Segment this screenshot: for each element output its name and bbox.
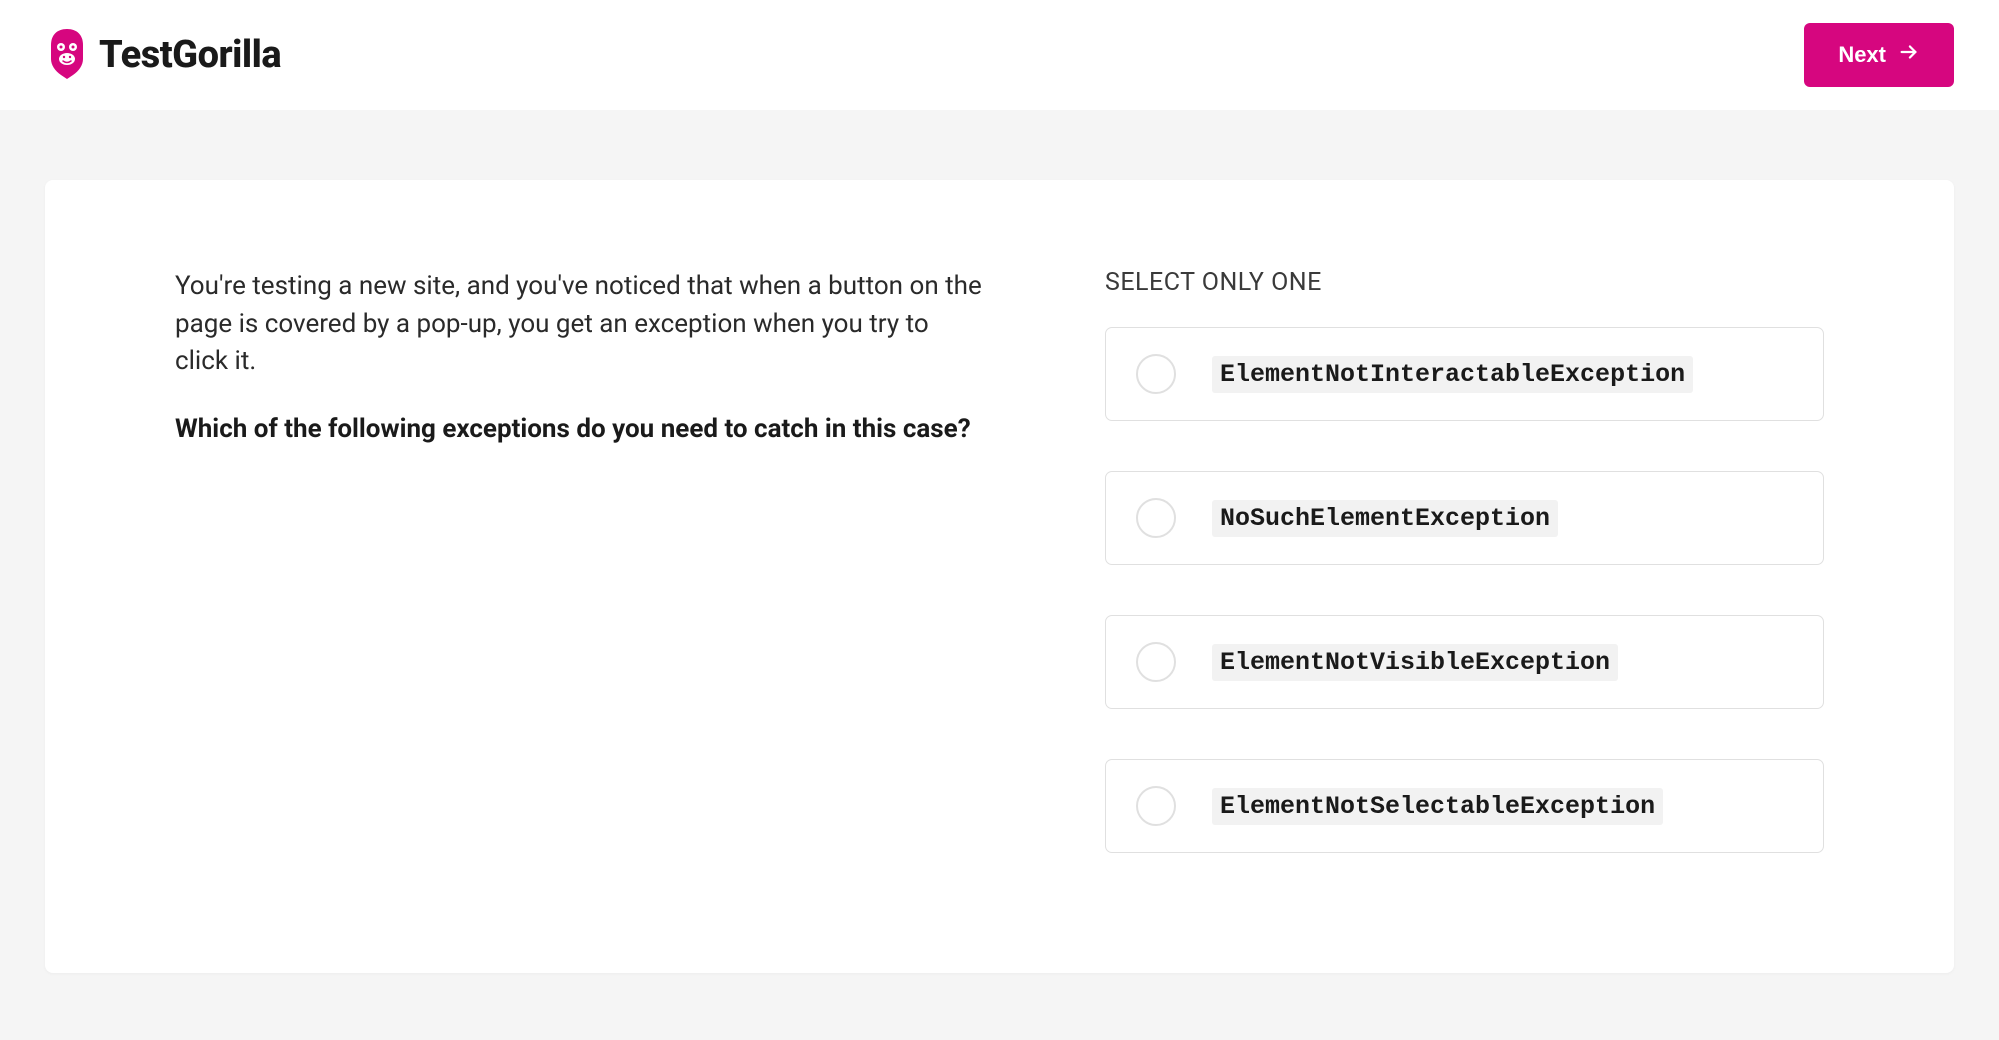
brand-name: TestGorilla [99, 33, 281, 77]
question-card: You're testing a new site, and you've no… [45, 180, 1954, 973]
brand-logo: TestGorilla [45, 27, 281, 83]
main-content: You're testing a new site, and you've no… [0, 110, 1999, 1013]
radio-icon [1136, 786, 1176, 826]
radio-icon [1136, 642, 1176, 682]
answer-option-2[interactable]: ElementNotVisibleException [1105, 615, 1824, 709]
radio-icon [1136, 498, 1176, 538]
next-button-label: Next [1838, 42, 1886, 68]
answer-option-0[interactable]: ElementNotInteractableException [1105, 327, 1824, 421]
app-header: TestGorilla Next [0, 0, 1999, 110]
question-column: You're testing a new site, and you've no… [175, 268, 985, 853]
answer-instruction: SELECT ONLY ONE [1105, 268, 1824, 297]
arrow-right-icon [1898, 41, 1920, 69]
answer-option-3[interactable]: ElementNotSelectableException [1105, 759, 1824, 853]
answer-option-label: ElementNotInteractableException [1212, 356, 1693, 393]
next-button[interactable]: Next [1804, 23, 1954, 87]
gorilla-icon [45, 27, 89, 83]
answer-option-label: NoSuchElementException [1212, 500, 1558, 537]
answer-column: SELECT ONLY ONE ElementNotInteractableEx… [1105, 268, 1824, 853]
answer-option-label: ElementNotVisibleException [1212, 644, 1618, 681]
question-intro-text: You're testing a new site, and you've no… [175, 268, 985, 381]
question-prompt-text: Which of the following exceptions do you… [175, 411, 985, 449]
answer-option-1[interactable]: NoSuchElementException [1105, 471, 1824, 565]
radio-icon [1136, 354, 1176, 394]
answer-option-label: ElementNotSelectableException [1212, 788, 1663, 825]
